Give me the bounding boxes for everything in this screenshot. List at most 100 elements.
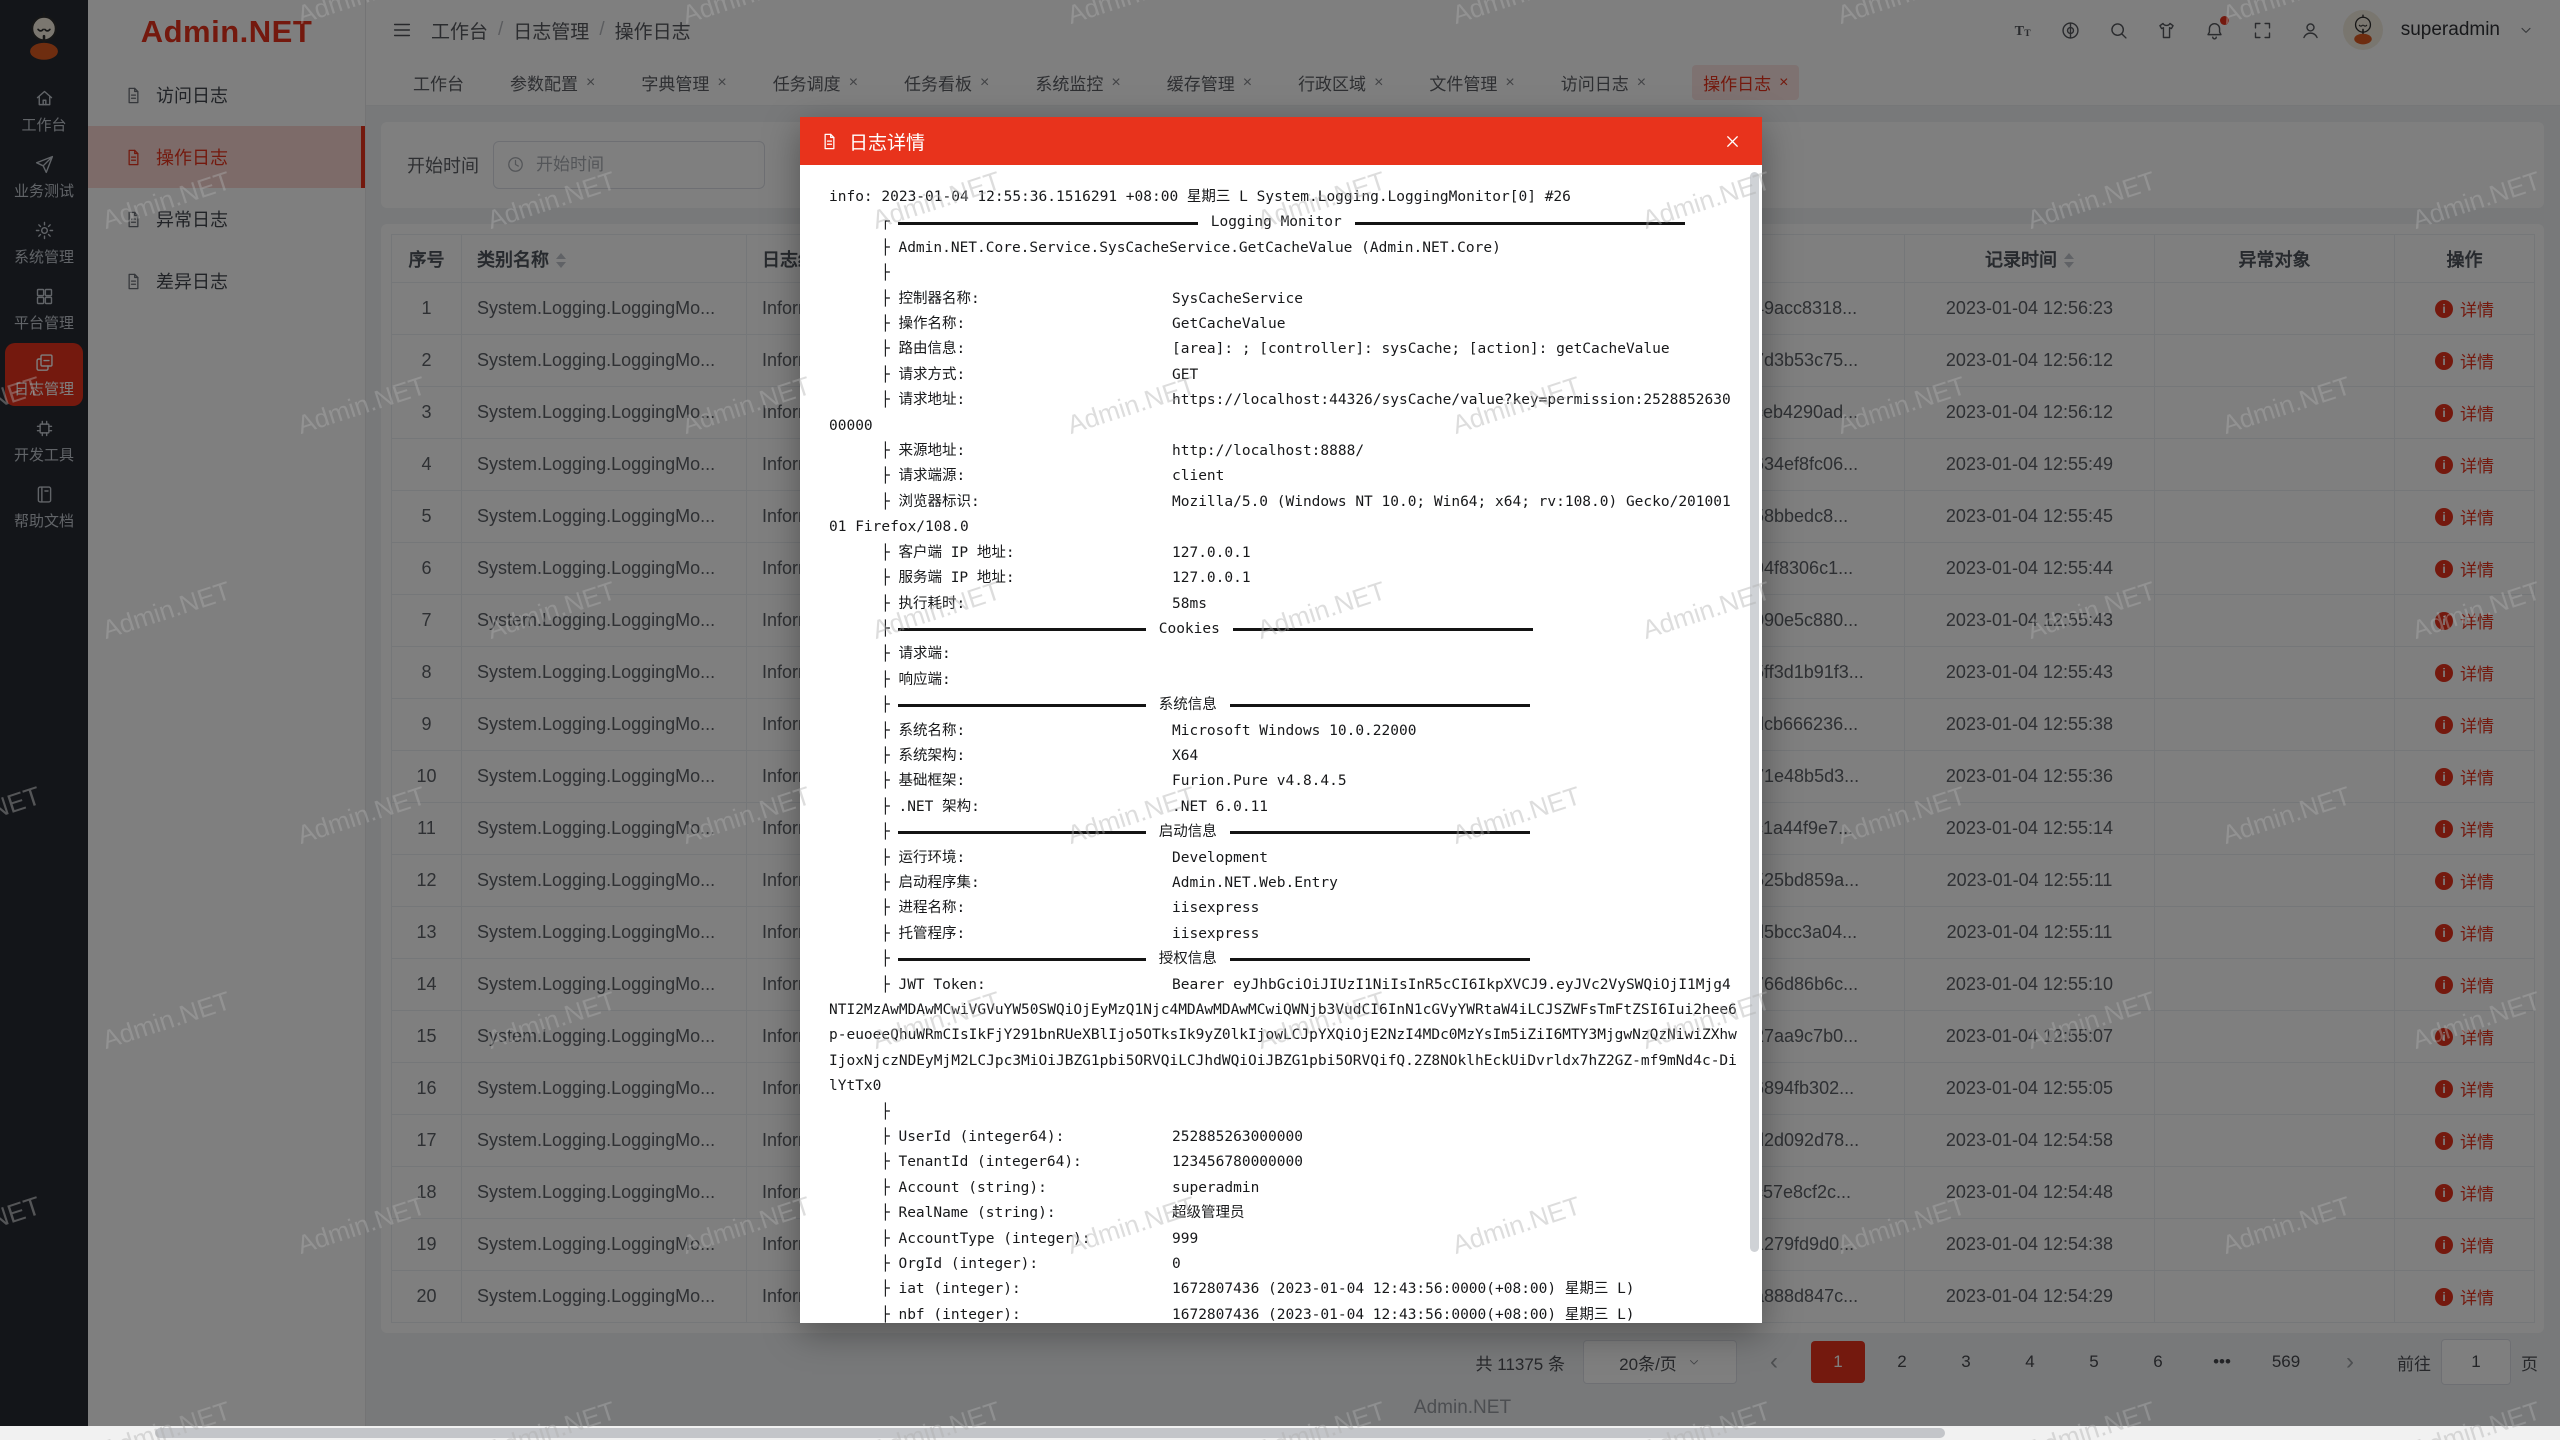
log-section-title: Cookies bbox=[1159, 617, 1220, 642]
log-line: ├ 客户端 IP 地址:127.0.0.1 bbox=[829, 541, 1746, 566]
log-line: ├ 浏览器标识:Mozilla/5.0 (Windows NT 10.0; Wi… bbox=[829, 490, 1746, 515]
log-line: ├ 控制器名称:SysCacheService bbox=[829, 287, 1746, 312]
log-field-value: 123456780000000 bbox=[1172, 1150, 1746, 1175]
log-field-label: ├ 系统名称: bbox=[881, 719, 1172, 744]
log-line: ├ 系统名称:Microsoft Windows 10.0.22000 bbox=[829, 719, 1746, 744]
log-line: lYtTx0 bbox=[829, 1074, 1746, 1099]
log-field-value: iisexpress bbox=[1172, 896, 1746, 921]
log-field-value: iisexpress bbox=[1172, 922, 1746, 947]
log-section-divider: ├系统信息 bbox=[829, 693, 1746, 718]
log-field-label: ├ 操作名称: bbox=[881, 312, 1172, 337]
log-field-value: Mozilla/5.0 (Windows NT 10.0; Win64; x64… bbox=[1172, 490, 1746, 515]
log-line: ├ OrgId (integer):0 bbox=[829, 1252, 1746, 1277]
log-field-label: ├ .NET 架构: bbox=[881, 795, 1172, 820]
tree-corner: ├ bbox=[881, 617, 890, 642]
log-field-label: ├ JWT Token: bbox=[881, 973, 1172, 998]
log-field-label: ├ 客户端 IP 地址: bbox=[881, 541, 1172, 566]
log-line: ├ 请求地址:https://localhost:44326/sysCache/… bbox=[829, 388, 1746, 413]
log-field-label: ├ 控制器名称: bbox=[881, 287, 1172, 312]
log-field-label: ├ 进程名称: bbox=[881, 896, 1172, 921]
log-line: ├ 系统架构:X64 bbox=[829, 744, 1746, 769]
log-detail-dialog: 日志详情 info: 2023-01-04 12:55:36.1516291 +… bbox=[800, 117, 1762, 1323]
log-field-label: ├ 基础框架: bbox=[881, 769, 1172, 794]
log-field-value: Furion.Pure v4.8.4.5 bbox=[1172, 769, 1746, 794]
log-field-label: ├ AccountType (integer): bbox=[881, 1227, 1172, 1252]
log-section-divider: ├ 授权信息 bbox=[829, 947, 1746, 972]
log-line: ├ 请求端源:client bbox=[829, 464, 1746, 489]
log-line: ├ 运行环境:Development bbox=[829, 846, 1746, 871]
log-field-value: client bbox=[1172, 464, 1746, 489]
log-section-divider: ├ 启动信息 bbox=[829, 820, 1746, 845]
log-line: ├ Admin.NET.Core.Service.SysCacheService… bbox=[829, 236, 1746, 261]
log-line: ├ nbf (integer):1672807436 (2023-01-04 1… bbox=[829, 1303, 1746, 1323]
tree-corner: ├ bbox=[881, 820, 890, 845]
log-field-label: ├ 执行耗时: bbox=[881, 592, 1172, 617]
log-field-value: 252885263000000 bbox=[1172, 1125, 1746, 1150]
log-line: ├ 操作名称:GetCacheValue bbox=[829, 312, 1746, 337]
log-line: info: 2023-01-04 12:55:36.1516291 +08:00… bbox=[829, 185, 1746, 210]
log-line: p-euoeeQhuWRmCIsIkFjY291bnRUeXBlIjo5OTks… bbox=[829, 1023, 1746, 1048]
log-line: ├ 来源地址:http://localhost:8888/ bbox=[829, 439, 1746, 464]
log-field-label: ├ 来源地址: bbox=[881, 439, 1172, 464]
log-field-value: .NET 6.0.11 bbox=[1172, 795, 1746, 820]
log-field-value: 127.0.0.1 bbox=[1172, 541, 1746, 566]
log-field-label: ├ Account (string): bbox=[881, 1176, 1172, 1201]
log-line: ├ 启动程序集:Admin.NET.Web.Entry bbox=[829, 871, 1746, 896]
log-field-label: ├ OrgId (integer): bbox=[881, 1252, 1172, 1277]
log-field-label: ├ nbf (integer): bbox=[881, 1303, 1172, 1323]
log-line: ├ bbox=[829, 1100, 1746, 1125]
log-line: ├ 执行耗时:58ms bbox=[829, 592, 1746, 617]
log-field-value: 1672807436 (2023-01-04 12:43:56:0000(+08… bbox=[1172, 1277, 1746, 1302]
tree-corner: ┌ bbox=[881, 210, 890, 235]
log-line: ├ 进程名称:iisexpress bbox=[829, 896, 1746, 921]
horizontal-scrollbar-thumb[interactable] bbox=[155, 1428, 1945, 1438]
log-section-title: Logging Monitor bbox=[1211, 210, 1342, 235]
log-section-divider: ├ Cookies bbox=[829, 617, 1746, 642]
tree-corner: ├ bbox=[881, 693, 890, 718]
log-field-label: ├ RealName (string): bbox=[881, 1201, 1172, 1226]
log-section-divider: ┌ Logging Monitor bbox=[829, 210, 1746, 235]
log-section-title: 启动信息 bbox=[1159, 820, 1217, 845]
dialog-scrollbar[interactable] bbox=[1750, 172, 1759, 1252]
log-field-value: 58ms bbox=[1172, 592, 1746, 617]
log-field-label: ├ 系统架构: bbox=[881, 744, 1172, 769]
log-field-value: https://localhost:44326/sysCache/value?k… bbox=[1172, 388, 1746, 413]
log-field-label: ├ 托管程序: bbox=[881, 922, 1172, 947]
log-field-value: http://localhost:8888/ bbox=[1172, 439, 1746, 464]
log-field-label: ├ UserId (integer64): bbox=[881, 1125, 1172, 1150]
log-line: ├ 请求方式:GET bbox=[829, 363, 1746, 388]
log-line: ├ Account (string):superadmin bbox=[829, 1176, 1746, 1201]
dialog-header: 日志详情 bbox=[800, 117, 1762, 165]
log-line: ├ 基础框架:Furion.Pure v4.8.4.5 bbox=[829, 769, 1746, 794]
log-field-label: ├ 浏览器标识: bbox=[881, 490, 1172, 515]
log-field-label: ├ 运行环境: bbox=[881, 846, 1172, 871]
log-field-value: SysCacheService bbox=[1172, 287, 1746, 312]
log-line: ├ RealName (string):超级管理员 bbox=[829, 1201, 1746, 1226]
log-field-value: Development bbox=[1172, 846, 1746, 871]
log-field-value: 999 bbox=[1172, 1227, 1746, 1252]
log-field-value: 127.0.0.1 bbox=[1172, 566, 1746, 591]
log-field-label: ├ 路由信息: bbox=[881, 337, 1172, 362]
close-icon[interactable] bbox=[1723, 132, 1742, 151]
tree-corner: ├ bbox=[881, 947, 890, 972]
log-field-value: GET bbox=[1172, 363, 1746, 388]
log-field-label: ├ 启动程序集: bbox=[881, 871, 1172, 896]
log-line: ├ 请求端: bbox=[829, 642, 1746, 667]
log-field-label: ├ 请求地址: bbox=[881, 388, 1172, 413]
horizontal-scrollbar bbox=[0, 1426, 2560, 1440]
log-line: ├ 服务端 IP 地址:127.0.0.1 bbox=[829, 566, 1746, 591]
log-field-value: Bearer eyJhbGciOiJIUzI1NiIsInR5cCI6IkpXV… bbox=[1172, 973, 1746, 998]
app-root: 工作台 业务测试 系统管理 平台管理 日志管理 开发工具 帮助文档 Admin.… bbox=[0, 0, 2560, 1440]
log-field-value: GetCacheValue bbox=[1172, 312, 1746, 337]
log-field-value: superadmin bbox=[1172, 1176, 1746, 1201]
log-line: ├ UserId (integer64):252885263000000 bbox=[829, 1125, 1746, 1150]
log-field-value: 0 bbox=[1172, 1252, 1746, 1277]
log-section-title: 授权信息 bbox=[1159, 947, 1217, 972]
log-line: ├ 响应端: bbox=[829, 668, 1746, 693]
log-line: 00000 bbox=[829, 414, 1746, 439]
log-line: ├ bbox=[829, 261, 1746, 286]
log-field-value: Microsoft Windows 10.0.22000 bbox=[1172, 719, 1746, 744]
log-field-value: X64 bbox=[1172, 744, 1746, 769]
log-line: ├ TenantId (integer64):123456780000000 bbox=[829, 1150, 1746, 1175]
log-field-label: ├ 请求方式: bbox=[881, 363, 1172, 388]
